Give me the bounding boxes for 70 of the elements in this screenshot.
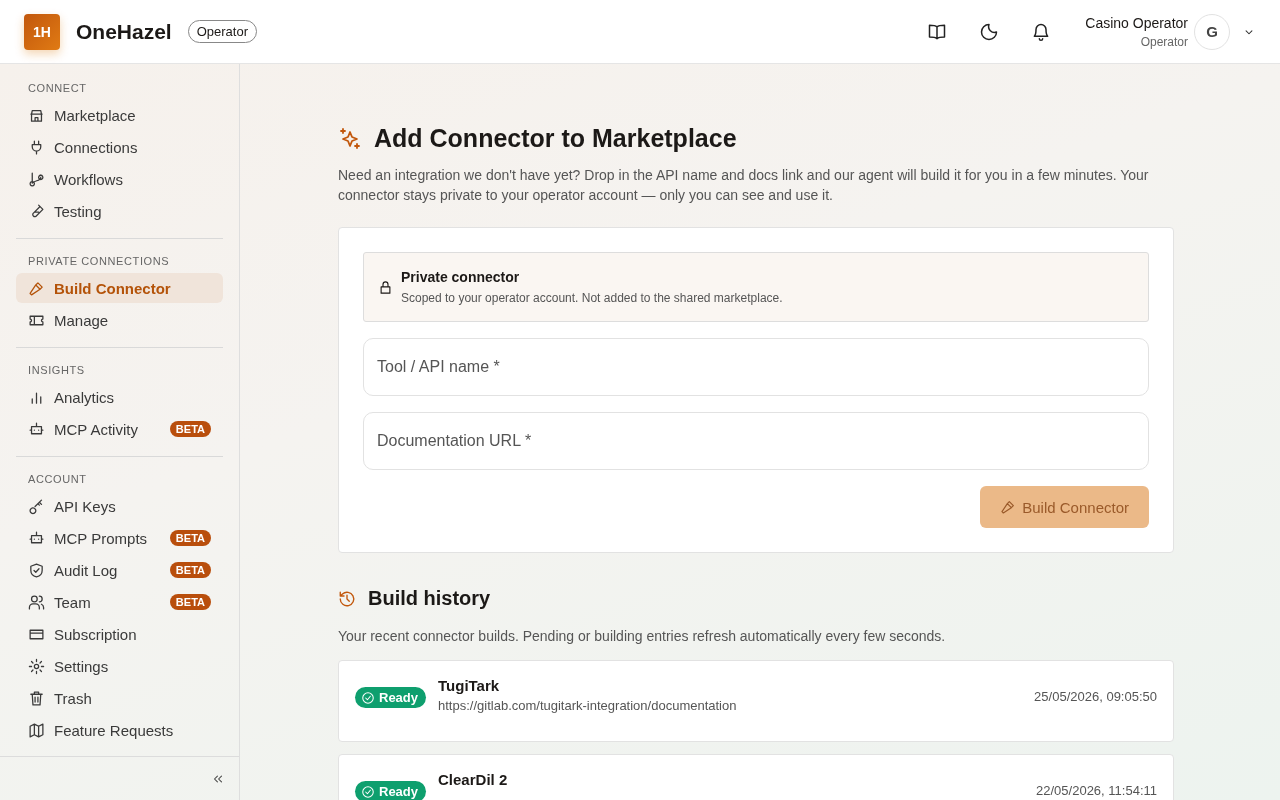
sidebar-item[interactable]: Audit Log BETA (16, 555, 223, 585)
sidebar-item[interactable]: MCP Activity BETA (16, 414, 223, 444)
sidebar-item[interactable]: Marketplace (16, 100, 223, 130)
status-badge: Ready (355, 687, 427, 708)
section-heading: CONNECT (27, 81, 88, 96)
sidebar-item-label: Build Connector (54, 279, 171, 297)
section-title: Build history (368, 587, 491, 610)
shield-icon (28, 561, 45, 579)
history-description: Your recent connector builds. Pending or building entries refresh automatically every few seconds. (338, 628, 947, 644)
sidebar-item-label: Testing (54, 202, 102, 220)
sidebar-item[interactable]: Subscription (16, 619, 223, 649)
status-badge: Ready (355, 781, 427, 800)
beta-badge: BETA (169, 530, 211, 546)
sidebar-item[interactable]: Analytics (16, 382, 223, 412)
sidebar-item-label: Feature Requests (54, 721, 174, 739)
sidebar-item-label: Audit Log (54, 561, 118, 579)
sidebar-item-label: Marketplace (54, 106, 136, 124)
sidebar-item-label: Team (54, 593, 91, 611)
connector-url: https://gitlab.com/tugitark-integration/documentation (438, 698, 737, 713)
history-icon (338, 589, 356, 608)
section-heading: ACCOUNT (27, 472, 88, 487)
input-field[interactable]: Documentation URL * (363, 412, 1149, 470)
page-description: Need an integration we don't have yet? Drop in the API name and docs link and our agent will build it for you in a few minutes. Your connector stays private to your operator account — only you can see and use it. (338, 166, 1150, 205)
sidebar-item[interactable]: Connections (16, 132, 223, 162)
sidebar-item[interactable]: Team BETA (16, 587, 223, 617)
sidebar-item-label: Analytics (54, 388, 115, 406)
sparkles-icon (338, 126, 362, 151)
section-heading: PRIVATE CONNECTIONS (27, 254, 171, 269)
section-heading: INSIGHTS (27, 363, 86, 378)
sidebar-item[interactable]: Trash (16, 683, 223, 713)
sidebar-item[interactable]: API Keys (16, 491, 223, 521)
input-field[interactable]: Tool / API name * (363, 338, 1149, 396)
beta-badge: BETA (169, 562, 211, 578)
sidebar-item[interactable]: Build Connector (16, 273, 223, 303)
beta-badge: BETA (169, 421, 211, 437)
sidebar-item-label: Trash (54, 689, 92, 707)
trash-icon (28, 689, 45, 707)
sidebar-item-label: Settings (54, 657, 109, 675)
notice-text: Scoped to your operator account. Not added to the shared marketplace. (401, 291, 783, 305)
users-icon (28, 593, 45, 611)
sidebar-item-label: Manage (54, 311, 109, 329)
moon-icon[interactable] (979, 21, 1000, 42)
sidebar-item-label: API Keys (54, 497, 116, 515)
sidebar-item-label: Subscription (54, 625, 137, 643)
sidebar-item[interactable]: Feature Requests (16, 715, 223, 745)
beta-badge: BETA (169, 594, 211, 610)
sidebar-item-label: MCP Activity (54, 420, 138, 438)
sidebar-item[interactable]: Testing (16, 196, 223, 226)
user-name: Casino Operator (1085, 14, 1188, 31)
lock-icon (378, 279, 393, 295)
build-time: 22/05/2026, 11:54:11 (1036, 783, 1157, 798)
user-avatar[interactable]: G (1194, 13, 1230, 50)
logo-icon: 1H (24, 13, 60, 50)
connector-name: ClearDil 2 (438, 771, 508, 788)
sidebar-item-label: Workflows (54, 170, 123, 188)
sidebar-item-label: MCP Prompts (54, 529, 148, 547)
sidebar-item-label: Connections (54, 138, 138, 156)
page-title: Add Connector to Marketplace (374, 124, 737, 153)
key-icon (28, 497, 45, 515)
map-icon (28, 721, 45, 739)
branch-icon (28, 170, 45, 188)
connector-name: TugiTark (438, 677, 501, 694)
sidebar-item[interactable]: Manage (16, 305, 223, 335)
brand-name: OneHazel (76, 19, 172, 44)
user-role: Operator (1140, 34, 1188, 49)
sidebar-item[interactable]: Workflows (16, 164, 223, 194)
build-time: 25/05/2026, 09:05:50 (1034, 689, 1157, 704)
sidebar-item[interactable]: Settings (16, 651, 223, 681)
notice-title: Private connector (401, 269, 521, 285)
sidebar-item[interactable]: MCP Prompts BETA (16, 523, 223, 553)
